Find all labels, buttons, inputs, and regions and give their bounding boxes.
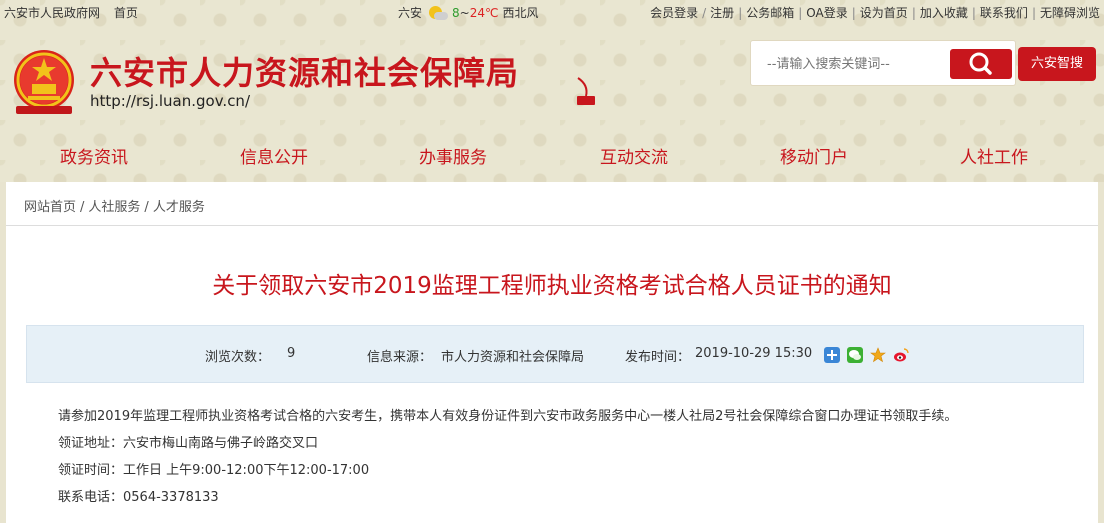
nav-item-services[interactable]: 办事服务 — [419, 143, 487, 168]
accessibility-link[interactable]: 无障碍浏览 — [1040, 6, 1100, 20]
temp-unit: ℃ — [485, 5, 499, 20]
article-paragraph: 请参加2019年监理工程师执业资格考试合格的六安考生，携带本人有效身份证件到六安… — [58, 409, 958, 424]
article-phone: 联系电话：0564-3378133 — [58, 490, 219, 505]
weather-city: 六安 — [398, 6, 423, 20]
source-label: 信息来源： — [367, 350, 433, 365]
search-input[interactable] — [757, 50, 949, 78]
breadcrumb-talent-service[interactable]: 人才服务 — [153, 200, 205, 215]
set-homepage-link[interactable]: 设为首页 — [860, 6, 908, 20]
source-value: 市人力资源和社会保障局 — [441, 350, 585, 365]
contact-link[interactable]: 联系我们 — [980, 6, 1028, 20]
temp-high: 24 — [469, 5, 485, 20]
site-title[interactable]: 六安市人力资源和社会保障局 — [90, 48, 519, 94]
nav-item-disclosure[interactable]: 信息公开 — [240, 143, 308, 168]
oa-login-link[interactable]: OA登录 — [806, 6, 847, 20]
register-link[interactable]: 注册 — [710, 6, 734, 20]
nav-item-interaction[interactable]: 互动交流 — [600, 143, 668, 168]
article-body: 请参加2019年监理工程师执业资格考试合格的六安考生，携带本人有效身份证件到六安… — [58, 408, 957, 516]
mail-link[interactable]: 公务邮箱 — [746, 6, 794, 20]
main-content: 网站首页 / 人社服务 / 人才服务 关于领取六安市2019监理工程师执业资格考试合格人… — [6, 182, 1098, 523]
add-favorite-link[interactable]: 加入收藏 — [920, 6, 968, 20]
nav-item-hr-work[interactable]: 人社工作 — [960, 143, 1028, 168]
temp-low: 8 — [452, 5, 460, 20]
smart-search-button[interactable]: 六安智搜 — [1018, 47, 1096, 81]
search-button[interactable] — [950, 49, 1012, 79]
national-emblem-icon — [14, 50, 74, 114]
nav-item-mobile[interactable]: 移动门户 — [780, 143, 848, 168]
gov-site-link[interactable]: 六安市人民政府网 — [4, 6, 100, 20]
home-link[interactable]: 首页 — [114, 6, 138, 20]
article-meta-bar: 浏览次数： 9 信息来源： 市人力资源和社会保障局 发布时间： 2019-10-… — [26, 325, 1084, 383]
date-value: 2019-10-29 15:30 — [695, 346, 813, 361]
views-label: 浏览次数： — [205, 350, 271, 365]
weibo-icon[interactable] — [893, 347, 909, 363]
top-links: 会员登录 / 注册 | 公务邮箱 | OA登录 | 设为首页 | 加入收藏 | 联系我们 | 无障碍浏览 — [650, 6, 1100, 20]
search-box — [750, 40, 1016, 86]
breadcrumb-hr-service[interactable]: 人社服务 — [88, 200, 140, 215]
star-icon[interactable] — [870, 347, 886, 363]
top-bar: 六安市人民政府网 首页 六安 8~24℃ 西北风 会员登录 / 注册 | 公务邮箱 | OA… — [0, 0, 1104, 22]
breadcrumb: 网站首页 / 人社服务 / 人才服务 — [6, 182, 1098, 226]
plus-share-icon[interactable] — [824, 347, 840, 363]
breadcrumb-home[interactable]: 网站首页 — [24, 200, 76, 215]
temp-sep: ~ — [459, 5, 470, 20]
wechat-icon[interactable] — [847, 347, 863, 363]
weather-wind: 西北风 — [502, 6, 539, 20]
seal-stamp — [574, 76, 598, 106]
site-url: http://rsj.luan.gov.cn/ — [90, 92, 250, 110]
weather-widget: 六安 8~24℃ 西北风 — [398, 4, 539, 21]
login-link[interactable]: 会员登录 — [650, 6, 698, 20]
date-label: 发布时间： — [625, 350, 691, 365]
partly-sunny-icon — [426, 5, 449, 21]
nav-item-news[interactable]: 政务资讯 — [60, 143, 128, 168]
article-hours: 领证时间：工作日 上午9:00-12:00下午12:00-17:00 — [58, 463, 370, 478]
article-title: 关于领取六安市2019监理工程师执业资格考试合格人员证书的通知 — [212, 273, 892, 299]
article-address: 领证地址：六安市梅山南路与佛子岭路交叉口 — [58, 436, 319, 451]
search-icon — [969, 52, 992, 75]
main-nav: 政务资讯 信息公开 办事服务 互动交流 移动门户 人社工作 — [0, 140, 1104, 170]
views-count: 9 — [287, 346, 296, 361]
